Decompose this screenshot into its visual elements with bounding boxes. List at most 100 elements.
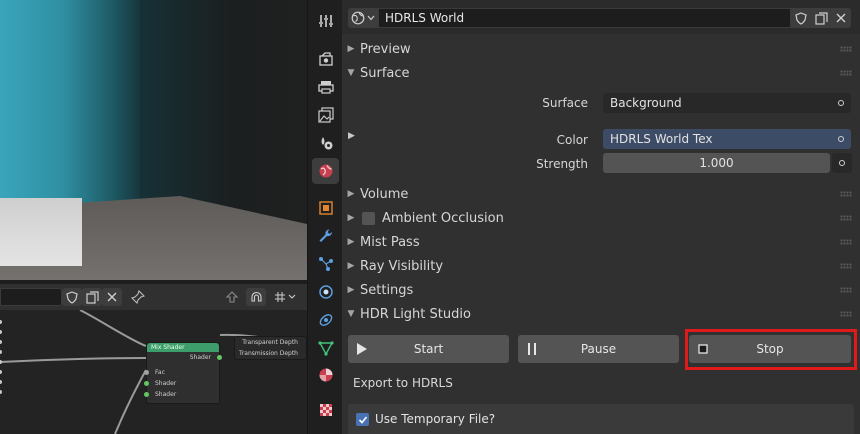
- tab-material[interactable]: [312, 362, 339, 388]
- play-icon: [357, 343, 367, 355]
- properties-tab-strip: [307, 0, 342, 434]
- tab-output[interactable]: [312, 74, 339, 100]
- fake-user-button[interactable]: [62, 288, 82, 306]
- color-expand-arrow-icon[interactable]: ▶: [348, 131, 355, 141]
- viewport-backdrop: [0, 0, 140, 205]
- shield-icon: [66, 290, 78, 304]
- properties-panel: HDRLS World ▶ Preview ▼ Surface Surface …: [342, 0, 860, 434]
- tab-world[interactable]: [312, 158, 339, 184]
- mix-shader-node-title: Mix Shader: [147, 343, 219, 352]
- volume-panel-header[interactable]: ▶ Volume: [342, 183, 860, 205]
- unlink-world-button[interactable]: [831, 8, 851, 28]
- material-icon: [319, 368, 332, 382]
- node-input-socket[interactable]: [144, 370, 149, 375]
- ray-visibility-panel-header[interactable]: ▶ Ray Visibility: [342, 255, 860, 277]
- start-button-label: Start: [413, 342, 444, 356]
- start-button[interactable]: Start: [348, 335, 509, 363]
- strength-link-button[interactable]: [832, 153, 852, 173]
- ambient-occlusion-checkbox[interactable]: [362, 211, 375, 225]
- tab-tool[interactable]: [312, 8, 339, 34]
- preview-panel-header[interactable]: ▶ Preview: [342, 38, 860, 60]
- node-editor-header: [0, 284, 307, 310]
- surface-link-button[interactable]: [831, 93, 851, 113]
- color-texture-value: HDRLS World Tex: [610, 132, 713, 146]
- duplicate-button[interactable]: [82, 288, 102, 306]
- collapsed-arrow-icon: ▶: [347, 285, 355, 295]
- viewport-object: [0, 198, 82, 266]
- drag-handle-icon[interactable]: [840, 46, 852, 52]
- strength-slider[interactable]: 1.000: [603, 153, 830, 173]
- drag-handle-icon[interactable]: [840, 287, 852, 293]
- tab-object[interactable]: [312, 195, 339, 221]
- tab-physics[interactable]: [312, 279, 339, 305]
- collapsed-arrow-icon: ▶: [347, 213, 355, 223]
- node-input-socket[interactable]: [144, 392, 149, 397]
- tab-view-layer[interactable]: [312, 102, 339, 128]
- view-layer-icon: [317, 107, 334, 123]
- world-browse-dropdown[interactable]: [348, 8, 378, 28]
- node-output-row: Shader: [147, 352, 222, 363]
- shader-node-editor[interactable]: Mix Shader Shader Fac Shader Shader Tran…: [0, 284, 307, 434]
- pin-button[interactable]: [128, 288, 148, 306]
- use-temp-file-checkbox[interactable]: [356, 413, 369, 426]
- stop-button-label: Stop: [756, 342, 784, 356]
- tab-texture[interactable]: [312, 397, 339, 423]
- constraints-icon: [319, 314, 332, 326]
- drag-handle-icon[interactable]: [840, 239, 852, 245]
- node-input-row: Shader: [144, 389, 219, 400]
- output-icon: [317, 81, 334, 94]
- node-input-row: Shader: [144, 378, 219, 389]
- temp-file-box: Use Temporary File?: [348, 404, 854, 434]
- new-world-button[interactable]: [811, 8, 831, 28]
- copy-icon: [814, 11, 828, 25]
- strength-label: Strength: [536, 157, 588, 171]
- node-output-socket[interactable]: [217, 355, 222, 360]
- surface-panel-header[interactable]: ▼ Surface: [342, 62, 860, 84]
- drag-handle-icon[interactable]: [840, 263, 852, 269]
- data-icon: [317, 341, 334, 356]
- drag-handle-icon[interactable]: [840, 215, 852, 221]
- snap-element-dropdown[interactable]: [270, 288, 300, 306]
- expanded-arrow-icon: ▼: [347, 309, 355, 319]
- close-icon: [107, 292, 117, 302]
- node-tree-name-field[interactable]: [0, 288, 62, 306]
- node-canvas[interactable]: Mix Shader Shader Fac Shader Shader Tran…: [0, 310, 307, 434]
- node-input-row: Fac: [144, 367, 219, 378]
- light-path-node[interactable]: Transparent Depth Transmission Depth: [234, 336, 307, 360]
- drag-handle-icon[interactable]: [840, 191, 852, 197]
- scene-icon: [321, 137, 332, 150]
- tab-render[interactable]: [312, 46, 339, 72]
- drag-handle-icon[interactable]: [840, 311, 852, 317]
- fake-user-button[interactable]: [791, 8, 811, 28]
- ambient-occlusion-panel-header[interactable]: ▶ Ambient Occlusion: [342, 207, 860, 229]
- mist-pass-panel-header[interactable]: ▶ Mist Pass: [342, 231, 860, 253]
- surface-shader-field[interactable]: Background: [603, 93, 851, 113]
- pause-button[interactable]: Pause: [518, 335, 679, 363]
- surface-label: Surface: [542, 96, 588, 110]
- close-icon: [836, 13, 846, 23]
- node-input-socket[interactable]: [144, 381, 149, 386]
- color-link-button[interactable]: [831, 129, 851, 149]
- snap-toggle[interactable]: [246, 288, 266, 306]
- pause-icon: [528, 343, 536, 355]
- section-title: Ambient Occlusion: [382, 210, 504, 226]
- 3d-viewport[interactable]: [0, 0, 307, 280]
- color-texture-field[interactable]: HDRLS World Tex: [603, 129, 851, 149]
- stop-button[interactable]: Stop: [689, 335, 851, 363]
- color-label: Color: [556, 133, 588, 147]
- settings-panel-header[interactable]: ▶ Settings: [342, 279, 860, 301]
- tab-data[interactable]: [312, 335, 339, 361]
- drag-handle-icon[interactable]: [840, 70, 852, 76]
- mix-shader-node[interactable]: Mix Shader Shader Fac Shader Shader: [144, 342, 222, 404]
- world-name-field[interactable]: HDRLS World: [378, 8, 791, 28]
- tab-modifiers[interactable]: [312, 223, 339, 249]
- tab-scene[interactable]: [312, 130, 339, 156]
- node-output-label: Transmission Depth: [239, 350, 298, 357]
- tab-particles[interactable]: [312, 251, 339, 277]
- texture-icon: [319, 404, 332, 416]
- tab-constraints[interactable]: [312, 307, 339, 333]
- unlink-button[interactable]: [102, 288, 122, 306]
- hdr-light-studio-panel-header[interactable]: ▼ HDR Light Studio: [342, 303, 860, 325]
- world-icon: [351, 11, 365, 25]
- parent-node-tree-button[interactable]: [222, 288, 242, 306]
